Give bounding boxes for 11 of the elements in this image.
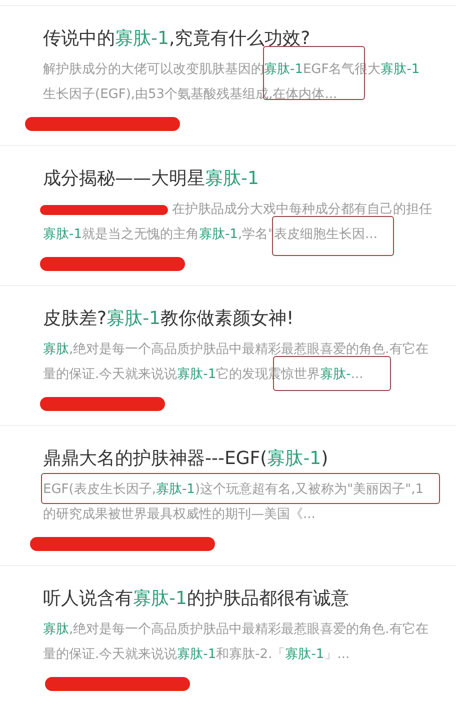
result-title[interactable]: 成分揭秘——大明星寡肽-1 [43,146,259,192]
result-snippet: 的研究成果被世界最具权威性的期刊—美国《... [43,506,316,524]
result-snippet: 在护肤品成分大戏中每种成分都有自己的担任 [172,201,432,219]
result-snippet: 寡肽,绝对是每一个高品质护肤品中最精彩最惹眼喜爱的角色.有它在 [43,621,428,639]
result-title[interactable]: 听人说含有寡肽-1的护肤品都很有诚意 [43,566,349,612]
result-title[interactable]: 皮肤差?寡肽-1教你做素颜女神! [43,286,294,332]
result-snippet: EGF(表皮生长因子,寡肽-1)这个玩意超有名,又被称为"美丽因子",1 [43,481,424,499]
result-title[interactable]: 传说中的寡肽-1,究竟有什么功效? [43,6,310,52]
result-snippet: 寡肽,绝对是每一个高品质护肤品中最精彩最惹眼喜爱的角色.有它在 [43,341,428,359]
result-snippet: 量的保证.今天就来说说寡肽-1和寡肽-2.「寡肽-1」... [43,646,350,664]
result-title[interactable]: 鼎鼎大名的护肤神器---EGF(寡肽-1) [43,426,328,472]
